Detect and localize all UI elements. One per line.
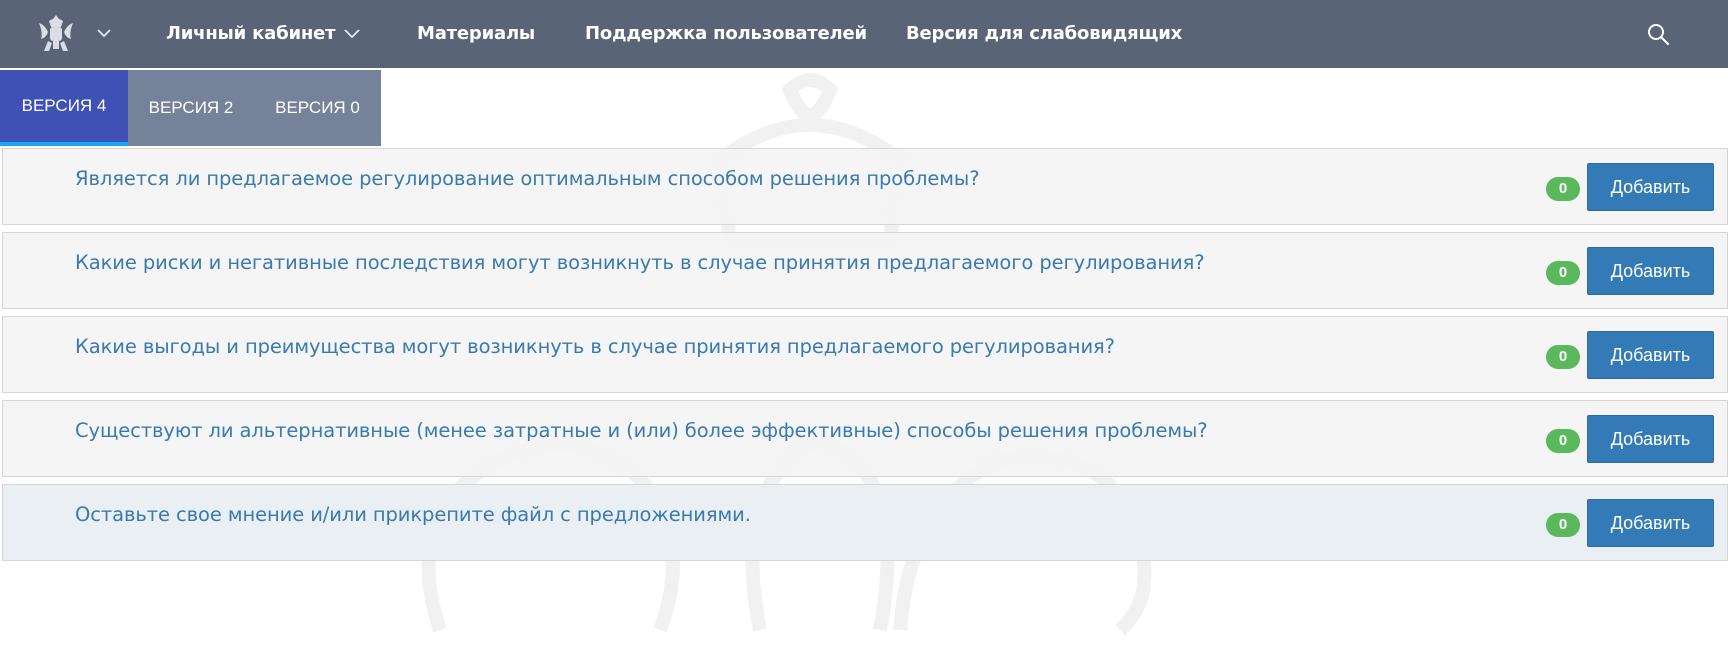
top-navigation-bar: Личный кабинет Материалы Поддержка польз…	[0, 0, 1728, 68]
nav-materials[interactable]: Материалы	[417, 0, 535, 68]
comment-count-badge: 0	[1546, 177, 1580, 201]
add-comment-button[interactable]: Добавить	[1587, 499, 1714, 547]
add-comment-button[interactable]: Добавить	[1587, 163, 1714, 211]
question-row: Какие выгоды и преимущества могут возник…	[2, 316, 1728, 393]
question-row: Существуют ли альтернативные (менее затр…	[2, 400, 1728, 477]
nav-low-vision-version[interactable]: Версия для слабовидящих	[906, 0, 1182, 68]
comment-count-badge: 0	[1546, 345, 1580, 369]
chevron-down-icon[interactable]	[96, 26, 112, 40]
version-tabs: ВЕРСИЯ 4 ВЕРСИЯ 2 ВЕРСИЯ 0	[0, 70, 381, 146]
question-row: Какие риски и негативные последствия мог…	[2, 232, 1728, 309]
tab-version-2[interactable]: ВЕРСИЯ 2	[128, 70, 254, 146]
add-comment-button[interactable]: Добавить	[1587, 247, 1714, 295]
search-icon[interactable]	[1646, 22, 1670, 46]
add-comment-button[interactable]: Добавить	[1587, 331, 1714, 379]
tab-version-0[interactable]: ВЕРСИЯ 0	[254, 70, 381, 146]
nav-user-support[interactable]: Поддержка пользователей	[585, 0, 867, 68]
question-text[interactable]: Оставьте свое мнение и/или прикрепите фа…	[75, 503, 751, 526]
question-row: Является ли предлагаемое регулирование о…	[2, 148, 1728, 225]
chevron-down-icon[interactable]	[343, 26, 361, 40]
question-text[interactable]: Существуют ли альтернативные (менее затр…	[75, 419, 1208, 442]
question-text[interactable]: Какие риски и негативные последствия мог…	[75, 251, 1205, 274]
question-row: Оставьте свое мнение и/или прикрепите фа…	[2, 484, 1728, 561]
question-text[interactable]: Является ли предлагаемое регулирование о…	[75, 167, 980, 190]
tab-version-4[interactable]: ВЕРСИЯ 4	[0, 70, 128, 146]
comment-count-badge: 0	[1546, 261, 1580, 285]
add-comment-button[interactable]: Добавить	[1587, 415, 1714, 463]
coat-of-arms-icon[interactable]	[35, 13, 77, 53]
comment-count-badge: 0	[1546, 513, 1580, 537]
question-text[interactable]: Какие выгоды и преимущества могут возник…	[75, 335, 1115, 358]
comment-count-badge: 0	[1546, 429, 1580, 453]
nav-personal-cabinet[interactable]: Личный кабинет	[166, 0, 336, 68]
